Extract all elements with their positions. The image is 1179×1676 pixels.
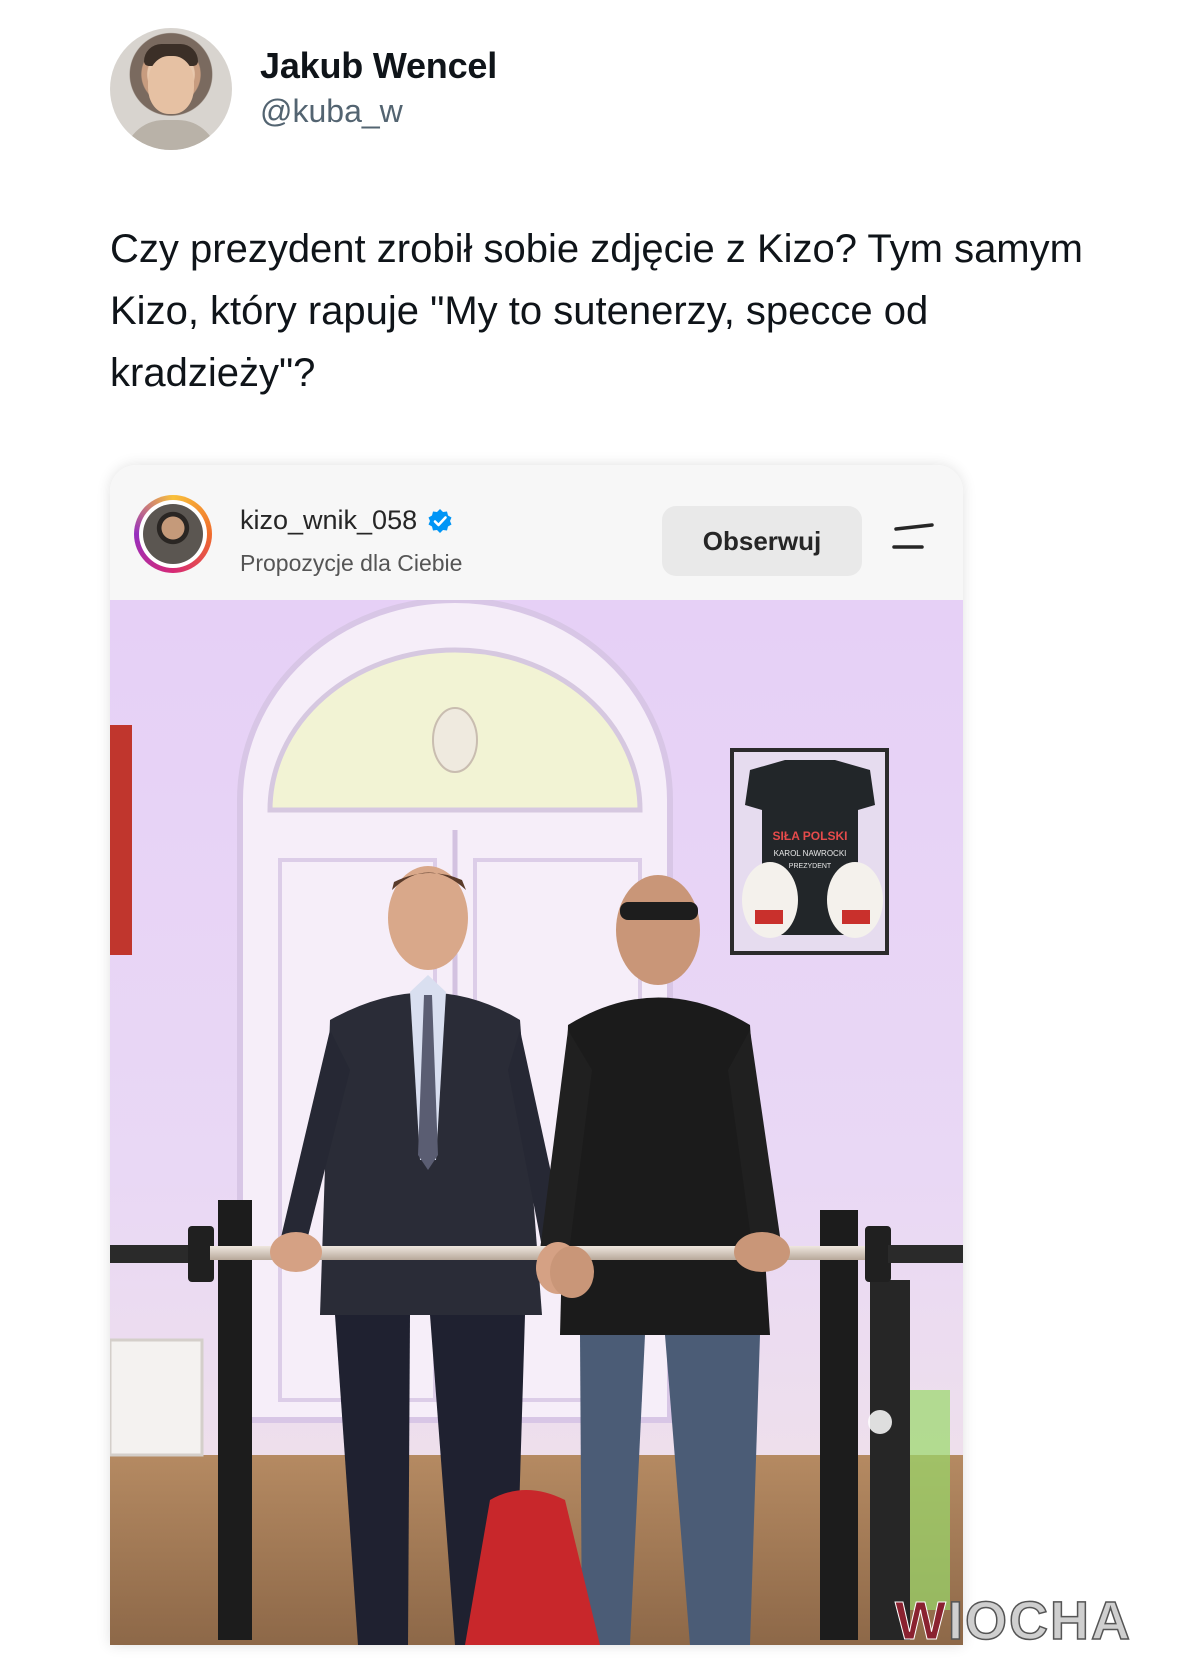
instagram-avatar[interactable] xyxy=(134,495,212,573)
embedded-instagram-post: kizo_wnik_058 Propozycje dla Ciebie Obse… xyxy=(110,465,963,1645)
author-display-name[interactable]: Jakub Wencel xyxy=(260,46,497,86)
tweet-text: Czy prezydent zrobił sobie zdjęcie z Kiz… xyxy=(110,227,1083,395)
author-name-block: Jakub Wencel @kuba_w xyxy=(260,46,497,132)
shirt-text-line3: PREZYDENT xyxy=(789,863,832,870)
watermark-rest: IOCHA xyxy=(947,1590,1132,1652)
shirt-text-line2: KAROL NAWROCKI xyxy=(774,849,847,858)
post-photo[interactable]: SIŁA POLSKI KAROL NAWROCKI PREZYDENT xyxy=(110,600,963,1645)
instagram-username[interactable]: kizo_wnik_058 xyxy=(240,505,417,536)
author-handle[interactable]: @kuba_w xyxy=(260,90,497,132)
author-avatar[interactable] xyxy=(110,28,232,150)
instagram-suggestion-label: Propozycje dla Ciebie xyxy=(240,550,463,576)
verified-badge-icon xyxy=(428,508,452,533)
shirt-text-line1: SIŁA POLSKI xyxy=(773,829,848,843)
follow-button[interactable]: Obserwuj xyxy=(662,506,862,576)
tweet-header: Jakub Wencel @kuba_w xyxy=(110,28,497,150)
instagram-username-row[interactable]: kizo_wnik_058 xyxy=(240,505,453,536)
watermark-first-letter: W xyxy=(895,1591,948,1652)
instagram-post-header: kizo_wnik_058 Propozycje dla Ciebie Obse… xyxy=(110,465,963,600)
watermark-logo: W IOCHA xyxy=(895,1590,1132,1652)
menu-icon[interactable] xyxy=(890,523,936,553)
